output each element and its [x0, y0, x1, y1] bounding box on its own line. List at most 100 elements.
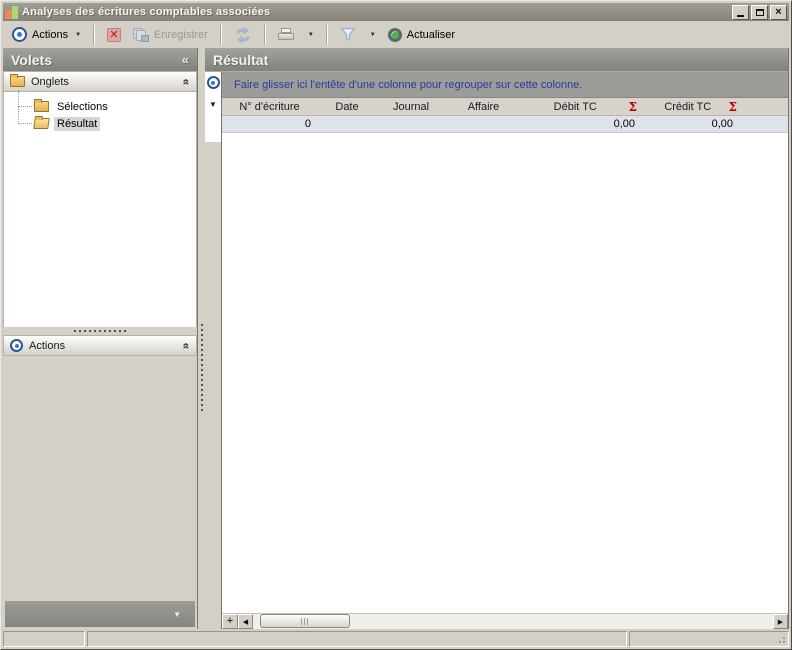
column-header-affaire[interactable]: Affaire: [445, 101, 522, 113]
status-cell-left: [3, 631, 85, 647]
toolbar-separator: [93, 25, 95, 45]
scroll-right-button[interactable]: ▶: [773, 614, 788, 629]
sync-button[interactable]: [229, 25, 257, 45]
results-grid: Faire glisser ici l'entête d'une colonne…: [222, 72, 788, 629]
onglets-tree: Sélections Résultat: [3, 92, 197, 327]
toolbar-separator: [264, 25, 266, 45]
status-cell-right: [629, 631, 789, 647]
target-icon[interactable]: [207, 76, 220, 89]
status-cell-middle: [87, 631, 627, 647]
grid-side-gutter: ▼: [205, 72, 222, 629]
horizontal-scrollbar[interactable]: ◀ ▶: [238, 614, 788, 629]
group-by-hint: Faire glisser ici l'entête d'une colonne…: [234, 79, 582, 91]
app-icon-green: [12, 6, 18, 19]
tree-item-resultat[interactable]: Résultat: [12, 115, 192, 132]
column-header-debit-tc[interactable]: Débit TC Σ: [522, 100, 647, 114]
column-header-date[interactable]: Date: [317, 101, 377, 113]
resultat-panel-header: Résultat: [205, 48, 788, 71]
column-header-credit-tc[interactable]: Crédit TC Σ: [647, 100, 747, 114]
save-label: Enregistrer: [154, 29, 208, 41]
sum-sigma-icon[interactable]: Σ: [629, 100, 647, 114]
maximize-icon: [756, 9, 764, 16]
filter-button[interactable]: [335, 25, 361, 44]
window-title: Analyses des écritures comptables associ…: [22, 6, 732, 18]
title-bar[interactable]: Analyses des écritures comptables associ…: [3, 3, 789, 21]
column-header-journal[interactable]: Journal: [377, 101, 445, 113]
panel-footer-bar[interactable]: ▼: [5, 601, 195, 627]
collapse-panel-icon[interactable]: «: [182, 52, 189, 67]
onglets-section-header[interactable]: Onglets «: [3, 71, 197, 92]
grid-bottom-bar: + ◀ ▶: [222, 613, 788, 629]
chevron-down-icon: ▼: [173, 610, 181, 619]
chevron-down-icon[interactable]: ▼: [209, 100, 217, 109]
refresh-label: Actualiser: [407, 29, 455, 41]
vertical-splitter[interactable]: [198, 48, 205, 629]
print-options-button[interactable]: ▼: [301, 30, 319, 40]
scrollbar-thumb[interactable]: [260, 614, 350, 628]
toolbar: Actions ▼ ✕ Enregistrer ▼: [3, 21, 789, 48]
save-icon: [133, 28, 149, 42]
column-header-necriture[interactable]: N° d'écriture: [222, 101, 317, 113]
filter-options-button[interactable]: ▼: [363, 30, 381, 40]
column-header-label: Débit TC: [522, 101, 629, 113]
folder-open-icon: [33, 118, 50, 129]
maximize-button[interactable]: [751, 5, 768, 20]
app-icon-orange: [5, 10, 12, 19]
summary-debit-value: 0,00: [522, 118, 647, 130]
close-icon: ×: [775, 7, 781, 18]
resultat-panel-content: ▼ Faire glisser ici l'entête d'une colon…: [205, 71, 788, 629]
chevron-double-up-icon[interactable]: «: [180, 78, 194, 85]
volets-panel-header: Volets «: [3, 48, 197, 71]
close-button[interactable]: ×: [770, 5, 787, 20]
summary-credit-value: 0,00: [647, 118, 747, 130]
app-icon: [5, 6, 18, 19]
tree-connector: [18, 90, 32, 107]
refresh-button[interactable]: Actualiser: [383, 26, 460, 44]
resultat-panel: Résultat ▼ Faire glisser ici l'entête d'…: [205, 48, 789, 629]
splitter-grip-dots: [201, 324, 203, 414]
splitter-grip-dots: [74, 330, 126, 332]
actions-section-body: [3, 356, 197, 601]
chevron-down-icon: ▼: [370, 32, 376, 38]
window-controls: ×: [732, 5, 787, 20]
sum-sigma-icon[interactable]: Σ: [729, 100, 747, 114]
actions-menu-button[interactable]: Actions ▼: [7, 25, 86, 44]
grid-empty-area: [222, 133, 788, 613]
grid-header-row: N° d'écriture Date Journal Affaire Débit…: [222, 98, 788, 116]
chevron-down-icon: ▼: [75, 32, 81, 38]
group-by-bar[interactable]: Faire glisser ici l'entête d'une colonne…: [222, 72, 788, 98]
delete-icon: ✕: [107, 28, 121, 42]
minimize-button[interactable]: [732, 5, 749, 20]
filter-icon: [340, 27, 356, 42]
refresh-icon: [388, 28, 402, 42]
toolbar-separator: [326, 25, 328, 45]
tree-item-selections[interactable]: Sélections: [12, 98, 192, 115]
print-button[interactable]: [273, 26, 299, 43]
target-icon: [12, 27, 27, 42]
chevron-down-icon: ▼: [308, 32, 314, 38]
scrollbar-track[interactable]: [253, 614, 773, 629]
app-window: Analyses des écritures comptables associ…: [0, 0, 792, 650]
grid-side-gutter-buttons: ▼: [205, 72, 221, 142]
sync-icon: [234, 27, 252, 43]
tree-item-label: Sélections: [54, 100, 111, 114]
onglets-section-label: Onglets: [31, 76, 69, 88]
volets-panel-title: Volets: [11, 52, 52, 68]
grid-summary-row: 0 0,00 0,00: [222, 116, 788, 133]
chevron-double-up-icon[interactable]: «: [180, 342, 194, 349]
add-row-button[interactable]: +: [222, 614, 238, 629]
minimize-icon: [737, 15, 744, 17]
actions-menu-label: Actions: [32, 29, 68, 41]
scroll-left-button[interactable]: ◀: [238, 614, 253, 629]
printer-icon: [278, 28, 294, 41]
folder-icon: [34, 101, 49, 112]
volets-panel: Volets « Onglets « Sélections: [3, 48, 198, 629]
summary-necriture-value: 0: [222, 118, 317, 130]
actions-section-header[interactable]: Actions «: [3, 335, 197, 356]
save-button[interactable]: Enregistrer: [128, 26, 213, 44]
horizontal-splitter[interactable]: [3, 327, 197, 335]
toolbar-separator: [220, 25, 222, 45]
resultat-panel-title: Résultat: [213, 52, 268, 68]
folder-icon: [10, 76, 25, 87]
delete-button[interactable]: ✕: [102, 26, 126, 44]
